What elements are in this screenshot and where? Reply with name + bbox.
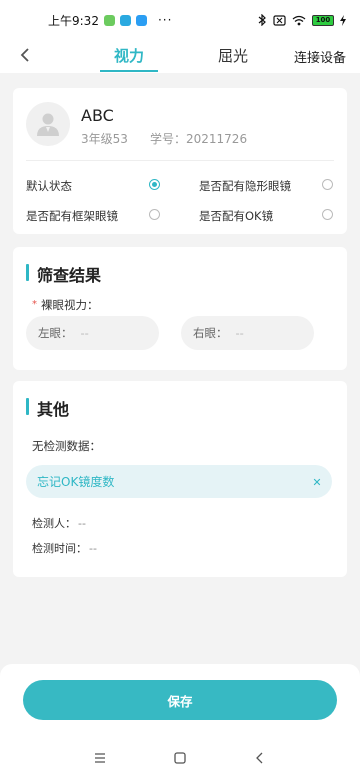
examiner-line: 检测人： -- (32, 515, 86, 531)
close-icon[interactable]: ✕ (310, 475, 324, 489)
app-blue-icon (135, 14, 147, 26)
wechat-app-icon (103, 14, 115, 26)
exam-time-line: 检测时间： -- (32, 540, 97, 556)
bluetooth-icon (258, 14, 266, 26)
section-title-screening: 筛查结果 (37, 266, 102, 285)
radio-ok-lens[interactable] (322, 209, 333, 220)
connect-device-button[interactable]: 连接设备 (294, 47, 346, 66)
back-arrow-icon[interactable] (16, 45, 36, 65)
right-eye-label: 右眼： (193, 326, 228, 340)
bottom-bar: 保存 (0, 664, 360, 779)
user-placeholder-icon (37, 113, 59, 136)
left-eye-value: -- (80, 326, 89, 340)
tab-vision[interactable]: 视力 (114, 45, 144, 66)
option-label-default: 默认状态 (26, 179, 72, 193)
option-label-contact-lens: 是否配有隐形眼镜 (199, 179, 291, 193)
divider (26, 160, 334, 161)
menu-icon[interactable] (92, 750, 108, 766)
status-time: 上午9:32 (48, 13, 99, 28)
right-eye-value: -- (235, 326, 244, 340)
examiner-value: -- (78, 517, 86, 530)
active-tab-indicator (100, 70, 158, 72)
no-data-label: 无检测数据： (32, 439, 101, 453)
naked-vision-label: 裸眼视力： (41, 298, 99, 312)
radio-default[interactable] (149, 179, 160, 190)
left-eye-field[interactable]: 左眼： -- (26, 316, 159, 350)
status-bar: 上午9:32 ··· 100 (0, 0, 360, 40)
radio-contact-lens[interactable] (322, 179, 333, 190)
tab-refraction[interactable]: 屈光 (218, 45, 248, 66)
radio-frame-glasses[interactable] (149, 209, 160, 220)
app-c-icon (119, 14, 131, 26)
other-card: 其他 无检测数据： 忘记OK镜度数 ✕ 检测人： -- 检测时间： -- (13, 381, 347, 577)
exam-time-value: -- (89, 542, 97, 555)
save-button[interactable]: 保存 (23, 680, 337, 720)
section-accent-bar (26, 264, 29, 281)
no-sim-icon (273, 14, 286, 26)
avatar (26, 102, 70, 146)
examiner-label: 检测人： (32, 517, 76, 530)
student-grade: 3年级53 (81, 132, 128, 146)
right-eye-field[interactable]: 右眼： -- (181, 316, 314, 350)
student-id: 学号：20211726 (150, 132, 248, 146)
required-mark: * (32, 299, 37, 310)
option-label-frame-glasses: 是否配有框架眼镜 (26, 209, 118, 223)
top-nav: 视力 屈光 连接设备 (0, 40, 360, 73)
status-right: 100 (258, 14, 346, 26)
system-back-icon[interactable] (252, 750, 268, 766)
forgot-ok-lens-chip[interactable]: 忘记OK镜度数 ✕ (26, 465, 332, 498)
student-name: ABC (81, 106, 114, 125)
exam-time-label: 检测时间： (32, 542, 87, 555)
wifi-icon (292, 15, 306, 25)
section-title-other: 其他 (37, 400, 70, 419)
status-left: 上午9:32 ··· (48, 12, 172, 29)
charging-icon (340, 14, 346, 26)
section-accent-bar (26, 398, 29, 415)
forgot-ok-lens-label: 忘记OK镜度数 (37, 475, 115, 489)
option-label-ok-lens: 是否配有OK镜 (199, 209, 274, 223)
profile-card: ABC 3年级53 学号：20211726 默认状态 是否配有隐形眼镜 是否配有… (13, 88, 347, 234)
battery-icon: 100 (312, 14, 334, 26)
left-eye-label: 左眼： (38, 326, 73, 340)
more-notifications-icon: ··· (157, 13, 173, 27)
home-icon[interactable] (172, 750, 188, 766)
screening-result-card: 筛查结果 * 裸眼视力： 左眼： -- 右眼： -- (13, 247, 347, 370)
